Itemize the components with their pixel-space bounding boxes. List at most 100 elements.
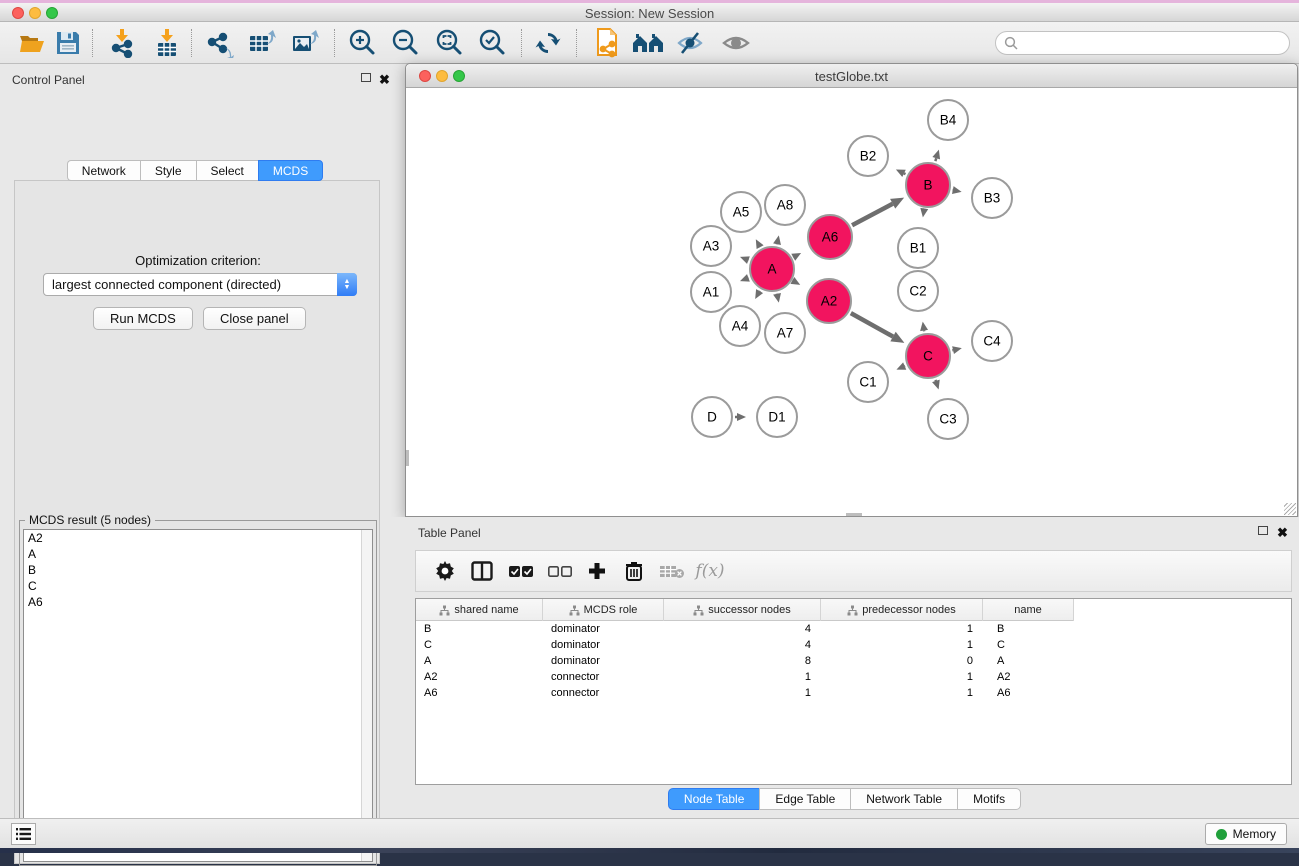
column-header-MCDS-role[interactable]: MCDS role: [543, 599, 664, 621]
mcds-result-item[interactable]: A: [24, 546, 372, 562]
node-table[interactable]: shared nameMCDS rolesuccessor nodesprede…: [415, 598, 1292, 785]
tab-edge-table[interactable]: Edge Table: [759, 788, 850, 810]
table-cell[interactable]: B: [983, 621, 1074, 637]
table-cell[interactable]: A: [983, 653, 1074, 669]
export-table-icon[interactable]: [245, 28, 279, 58]
column-header-shared-name[interactable]: shared name: [416, 599, 543, 621]
table-row[interactable]: Adominator80A: [416, 653, 1291, 669]
edge-arrowhead: [952, 346, 962, 354]
zoom-in-icon[interactable]: [345, 28, 379, 58]
table-options-icon[interactable]: [429, 556, 461, 586]
mcds-result-list[interactable]: A2ABCA6: [23, 529, 373, 862]
table-cell[interactable]: connector: [543, 685, 664, 701]
network-window-titlebar[interactable]: testGlobe.txt: [406, 64, 1297, 88]
refresh-icon[interactable]: [531, 28, 565, 58]
optimization-criterion-dropdown[interactable]: largest connected component (directed) ▲…: [43, 273, 357, 296]
table-row[interactable]: Bdominator41B: [416, 621, 1291, 637]
mcds-result-item[interactable]: A2: [24, 530, 372, 546]
table-cell[interactable]: C: [983, 637, 1074, 653]
open-session-icon[interactable]: [15, 28, 49, 58]
zoom-selected-icon[interactable]: [475, 28, 509, 58]
edge-A2-C[interactable]: [851, 313, 893, 336]
table-cell[interactable]: 8: [664, 653, 821, 669]
scrollbar[interactable]: [361, 530, 372, 861]
export-image-icon[interactable]: [288, 28, 322, 58]
tab-mcds[interactable]: MCDS: [258, 160, 323, 181]
table-cell[interactable]: 4: [664, 637, 821, 653]
tab-motifs[interactable]: Motifs: [957, 788, 1021, 810]
run-mcds-button[interactable]: Run MCDS: [93, 307, 193, 330]
save-session-icon[interactable]: [51, 28, 85, 58]
table-row[interactable]: A6connector11A6: [416, 685, 1291, 701]
new-network-from-file-icon[interactable]: [591, 28, 625, 58]
table-cell[interactable]: connector: [543, 669, 664, 685]
horizontal-scroll-indicator[interactable]: [846, 513, 862, 516]
show-all-icon[interactable]: [719, 28, 753, 58]
show-column-icon[interactable]: [466, 556, 498, 586]
search-field[interactable]: [995, 31, 1290, 55]
close-table-panel-icon[interactable]: ✖: [1277, 524, 1290, 537]
table-cell[interactable]: 1: [821, 621, 983, 637]
table-cell[interactable]: A: [416, 653, 543, 669]
import-table-icon[interactable]: [150, 28, 184, 58]
tab-network[interactable]: Network: [67, 160, 140, 181]
table-cell[interactable]: 1: [664, 669, 821, 685]
mcds-result-item[interactable]: C: [24, 578, 372, 594]
table-cell[interactable]: 1: [821, 637, 983, 653]
table-cell[interactable]: 4: [664, 621, 821, 637]
vertical-scroll-indicator[interactable]: [406, 450, 409, 466]
table-cell[interactable]: A2: [983, 669, 1074, 685]
export-network-icon[interactable]: [203, 28, 237, 58]
zoom-out-icon[interactable]: [388, 28, 422, 58]
table-cell[interactable]: 0: [821, 653, 983, 669]
tab-style[interactable]: Style: [140, 160, 196, 181]
mcds-result-item[interactable]: B: [24, 562, 372, 578]
task-history-button[interactable]: [11, 823, 36, 845]
table-cell[interactable]: dominator: [543, 637, 664, 653]
table-cell[interactable]: A6: [416, 685, 543, 701]
select-all-columns-icon[interactable]: [505, 556, 537, 586]
session-title: Session: New Session: [0, 6, 1299, 21]
table-cell[interactable]: 1: [664, 685, 821, 701]
table-cell[interactable]: dominator: [543, 653, 664, 669]
edge-A6-B[interactable]: [852, 204, 893, 226]
zoom-fit-icon[interactable]: [432, 28, 466, 58]
memory-button[interactable]: Memory: [1205, 823, 1287, 845]
network-graph[interactable]: B4B2BB3A8A5A6A3B1AA1C2A2A4A7C4CC1DD1C3: [406, 88, 1297, 516]
edge-B-B2[interactable]: [904, 173, 905, 174]
unselect-all-columns-icon[interactable]: [544, 556, 576, 586]
column-header-successor-nodes[interactable]: successor nodes: [664, 599, 821, 621]
network-canvas[interactable]: B4B2BB3A8A5A6A3B1AA1C2A2A4A7C4CC1DD1C3: [406, 88, 1297, 516]
table-cell[interactable]: dominator: [543, 621, 664, 637]
close-panel-button[interactable]: Close panel: [203, 307, 306, 330]
hide-selected-icon[interactable]: [673, 28, 707, 58]
search-input[interactable]: [1018, 36, 1289, 50]
close-panel-icon[interactable]: ✖: [379, 71, 392, 84]
table-cell[interactable]: C: [416, 637, 543, 653]
table-cell[interactable]: A6: [983, 685, 1074, 701]
tab-network-table[interactable]: Network Table: [850, 788, 957, 810]
tab-node-table[interactable]: Node Table: [668, 788, 760, 810]
table-row[interactable]: A2connector11A2: [416, 669, 1291, 685]
delete-columns-icon[interactable]: [618, 556, 650, 586]
first-neighbors-icon[interactable]: [631, 28, 665, 58]
main-titlebar[interactable]: Session: New Session: [0, 3, 1299, 22]
column-header-name[interactable]: name: [983, 599, 1074, 621]
tab-select[interactable]: Select: [196, 160, 258, 181]
table-row[interactable]: Cdominator41C: [416, 637, 1291, 653]
table-cell[interactable]: B: [416, 621, 543, 637]
table-cell[interactable]: A2: [416, 669, 543, 685]
float-panel-icon[interactable]: [361, 73, 374, 86]
node-label-A3: A3: [703, 239, 720, 254]
import-network-icon[interactable]: [105, 28, 139, 58]
node-label-B3: B3: [984, 191, 1001, 206]
float-table-panel-icon[interactable]: [1258, 526, 1271, 539]
table-cell[interactable]: 1: [821, 685, 983, 701]
create-column-icon[interactable]: [581, 556, 613, 586]
resize-grip[interactable]: [1284, 503, 1296, 515]
column-header-predecessor-nodes[interactable]: predecessor nodes: [821, 599, 983, 621]
edge-B-B4[interactable]: [935, 158, 936, 161]
search-icon: [1004, 36, 1018, 50]
mcds-result-item[interactable]: A6: [24, 594, 372, 610]
table-cell[interactable]: 1: [821, 669, 983, 685]
